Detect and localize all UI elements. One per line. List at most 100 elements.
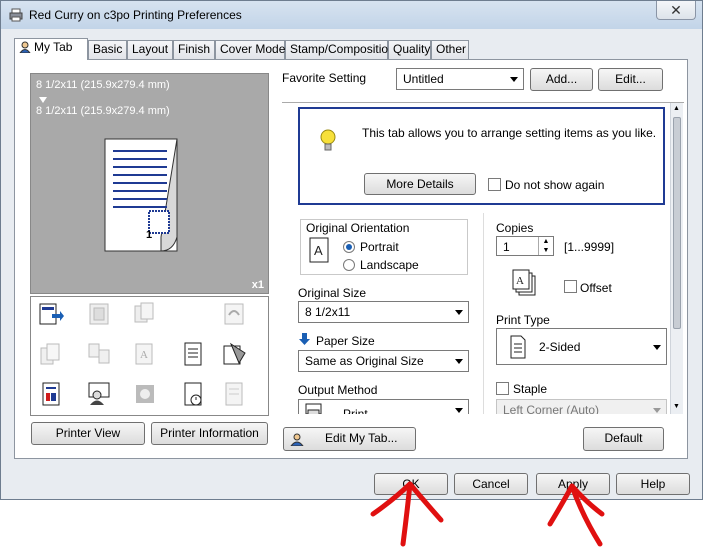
default-button[interactable]: Default (583, 427, 664, 451)
user-auth-icon[interactable] (86, 381, 112, 407)
output-method-label: Output Method (298, 383, 378, 397)
output-method-icon (305, 403, 322, 414)
info-text: This tab allows you to arrange setting i… (362, 126, 657, 140)
chevron-down-icon (653, 345, 661, 350)
edit-my-tab-button[interactable]: Edit My Tab... (283, 427, 416, 451)
document-icon[interactable] (180, 341, 206, 367)
lightbulb-icon (320, 129, 336, 151)
favorite-setting-select[interactable]: Untitled (396, 68, 524, 90)
chevron-down-icon[interactable]: ▼ (538, 246, 553, 255)
do-not-show-checkbox[interactable] (488, 178, 501, 191)
svg-text:A: A (516, 275, 524, 287)
my-tab-panel: 8 1/2x11 (215.9x279.4 mm) 8 1/2x11 (215.… (14, 59, 688, 459)
copies-label: Copies (496, 221, 534, 235)
paper-size-select[interactable]: Same as Original Size (298, 350, 469, 372)
watermark-icon[interactable] (221, 341, 247, 367)
paper-size-label: Paper Size (316, 334, 375, 348)
function-icon-grid: A (30, 296, 269, 416)
color-document-icon[interactable] (38, 381, 64, 407)
offset-checkbox[interactable] (564, 280, 577, 293)
tab-layout[interactable]: Layout (127, 40, 173, 59)
settings-area: This tab allows you to arrange setting i… (282, 102, 684, 414)
schedule-icon[interactable] (180, 381, 206, 407)
portrait-icon: A (309, 237, 329, 263)
do-not-show-label: Do not show again (505, 178, 605, 192)
tab-finish[interactable]: Finish (173, 40, 215, 59)
staple-select: Left Corner (Auto) (496, 399, 667, 414)
paper-size-value: Same as Original Size (305, 354, 424, 368)
column-divider (483, 213, 484, 414)
original-size-label: Original Size (298, 286, 367, 300)
scroll-down-icon[interactable]: ▼ (673, 403, 680, 410)
tab-label: Stamp/Composition (290, 42, 395, 56)
tab-other[interactable]: Other (431, 40, 469, 59)
tab-label: Quality (393, 42, 431, 56)
preview-page-number: 1 (146, 229, 153, 241)
annotation-arrow-apply (547, 483, 605, 547)
collate-icon (40, 343, 60, 365)
tab-stamp-composition[interactable]: Stamp/Composition (285, 40, 395, 59)
print-type-select[interactable]: 2-Sided (496, 328, 667, 365)
landscape-label: Landscape (360, 258, 419, 272)
tab-label: Finish (178, 42, 211, 56)
print-type-icon (510, 335, 526, 359)
print-type-label: Print Type (496, 313, 550, 327)
chevron-down-icon (455, 408, 463, 413)
scrollbar-thumb[interactable] (673, 117, 681, 329)
overlay-icon (225, 382, 243, 406)
original-size-select[interactable]: 8 1/2x11 (298, 301, 469, 323)
close-button[interactable]: ✕ (656, 1, 696, 20)
cancel-button[interactable]: Cancel (454, 473, 528, 495)
tab-label: Layout (132, 42, 169, 56)
page-preview-image (104, 138, 178, 252)
close-icon: ✕ (670, 2, 682, 18)
chevron-down-icon (455, 359, 463, 364)
title-bar: Red Curry on c3po Printing Preferences ✕ (1, 1, 702, 29)
tab-quality[interactable]: Quality (388, 40, 431, 59)
settings-scrollbar[interactable]: ▲ ▼ (670, 103, 683, 414)
svg-text:A: A (314, 243, 323, 258)
info-box: This tab allows you to arrange setting i… (298, 107, 665, 205)
favorite-setting-label: Favorite Setting (282, 71, 367, 85)
staple-label: Staple (513, 382, 548, 396)
collate-copies-icon: A (512, 269, 536, 296)
copies-stepper[interactable]: 1 ▲ ▼ (496, 236, 554, 256)
tab-basic[interactable]: Basic (88, 40, 127, 59)
paper-size-original: 8 1/2x11 (215.9x279.4 mm) (36, 79, 170, 91)
copies-value: 1 (503, 240, 510, 254)
more-details-button[interactable]: More Details (364, 173, 476, 195)
printer-view-button[interactable]: Printer View (31, 422, 145, 445)
landscape-radio[interactable] (343, 259, 355, 271)
printer-information-button[interactable]: Printer Information (151, 422, 268, 445)
tab-label: My Tab (34, 40, 73, 54)
booklet-icon (134, 302, 154, 323)
edit-my-tab-label: Edit My Tab... (325, 431, 398, 445)
help-button[interactable]: Help (616, 473, 690, 495)
chevron-up-icon[interactable]: ▲ (538, 237, 553, 246)
layout-icon[interactable] (38, 301, 64, 327)
annotation-arrow-ok (370, 481, 444, 547)
staple-checkbox[interactable] (496, 382, 509, 395)
svg-text:A: A (140, 349, 148, 361)
arrow-down-icon (39, 97, 47, 103)
original-size-value: 8 1/2x11 (305, 305, 351, 319)
tab-my-tab[interactable]: My Tab (14, 38, 88, 60)
copies-range: [1...9999] (564, 240, 615, 254)
font-icon: A (135, 343, 153, 365)
scroll-up-icon[interactable]: ▲ (673, 105, 680, 112)
tab-cover-mode[interactable]: Cover Mode (215, 40, 285, 59)
chevron-down-icon (510, 77, 518, 82)
output-method-select[interactable]: Print (298, 399, 469, 414)
copies-badge: x1 (251, 279, 264, 291)
tab-label: Basic (93, 42, 123, 56)
edit-favorite-button[interactable]: Edit... (598, 68, 663, 91)
chevron-down-icon (653, 408, 661, 413)
chevron-down-icon (455, 310, 463, 315)
portrait-radio[interactable] (343, 241, 355, 253)
window-title: Red Curry on c3po Printing Preferences (29, 8, 242, 22)
rotate-icon (224, 303, 244, 325)
print-type-value: 2-Sided (539, 340, 581, 354)
account-track-icon (136, 385, 154, 403)
add-favorite-button[interactable]: Add... (530, 68, 593, 91)
page-preview: 8 1/2x11 (215.9x279.4 mm) 8 1/2x11 (215.… (30, 73, 269, 294)
